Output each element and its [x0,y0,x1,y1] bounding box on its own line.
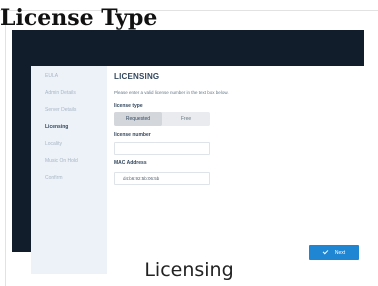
next-button-label: Next [334,249,346,256]
license-number-label: license number [114,132,151,138]
check-icon [322,248,329,255]
license-type-free-option[interactable]: Free [162,112,210,126]
licensing-panel: LICENSING Please enter a valid license n… [114,66,364,274]
page-title: License Type [0,5,158,31]
wizard-sidebar: EULA Admin Details Server Details Licens… [31,66,107,274]
sidebar-item-admin-details[interactable]: Admin Details [31,90,107,96]
sidebar-item-music-on-hold[interactable]: Music On Hold [31,158,107,164]
sidebar-item-licensing[interactable]: Licensing [31,124,107,130]
license-number-input[interactable] [114,142,210,155]
sidebar-item-locality[interactable]: Locality [31,141,107,147]
installer-window: EULA Admin Details Server Details Licens… [31,66,371,274]
sidebar-item-eula[interactable]: EULA [31,73,107,79]
left-divider [5,10,6,286]
figure-caption: Licensing [144,259,234,281]
mac-address-label: MAC Address [114,160,147,166]
sidebar-item-confirm[interactable]: Confirm [31,175,107,181]
screenshot-frame: EULA Admin Details Server Details Licens… [12,30,371,274]
license-type-requested-option[interactable]: Requested [114,112,162,126]
sidebar-item-server-details[interactable]: Server Details [31,107,107,113]
mac-address-field[interactable] [114,172,210,185]
license-type-toggle: Requested Free [114,112,210,126]
section-title: LICENSING [114,72,160,81]
instruction-text: Please enter a valid license number in t… [114,90,229,95]
license-type-label: license type [114,103,143,109]
